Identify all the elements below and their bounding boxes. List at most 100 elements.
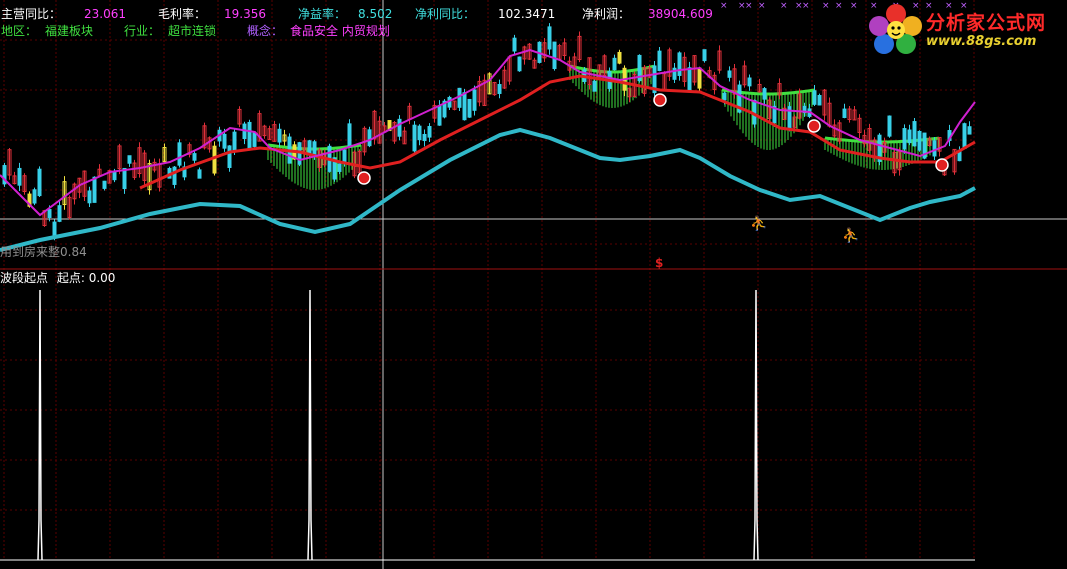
candle-body (517, 56, 522, 72)
sub-panel-indicator-value: 0.00 (88, 271, 116, 285)
x-marker: × (780, 1, 788, 11)
candle-body (967, 126, 972, 135)
signal-ball (653, 93, 667, 107)
candle-body (917, 130, 922, 151)
candle-body (457, 87, 462, 108)
candle-body (232, 131, 237, 153)
candle-body (177, 142, 182, 166)
label-region: 地区： (1, 24, 38, 38)
label-revenue-yoy: 主营同比： (1, 7, 62, 21)
candle-body (227, 145, 232, 168)
candle-body (547, 26, 552, 50)
candle-body (17, 167, 22, 186)
candle-body (677, 52, 682, 76)
label-concept: 概念： (247, 24, 284, 38)
logo-title: 分析家公式网 (926, 12, 1047, 34)
candle-body (722, 92, 727, 101)
label-net-ratio: 净益率： (298, 7, 347, 21)
value-gross-margin: 19.356 (224, 7, 266, 21)
candle-body (427, 126, 432, 138)
site-logo[interactable]: 分析家公式网 www.88gs.com (868, 2, 1063, 54)
x-marker: × (835, 1, 843, 11)
candle-body (657, 50, 662, 72)
candle-body (817, 94, 822, 106)
candle-body (422, 133, 427, 142)
runner-icon: ⛹ (842, 226, 859, 244)
signal-ball (935, 158, 949, 172)
candle-body (497, 84, 502, 94)
candle-body (127, 155, 132, 164)
x-marker: × (802, 1, 810, 11)
candle-body (702, 49, 707, 62)
value-net-profit-yoy: 102.3471 (498, 7, 556, 21)
stock-chart[interactable]: ⛹⛹ ×××××××××××××××× (0, 0, 1067, 569)
label-net-profit-yoy: 净利同比： (415, 7, 476, 21)
candle-body (87, 190, 92, 204)
dollar-marker: $ (655, 256, 664, 270)
flower-icon (869, 4, 922, 54)
candle-body (252, 132, 257, 147)
candle-body (912, 121, 917, 147)
candle-body (277, 128, 282, 143)
candle-body (842, 108, 847, 118)
candle-body (397, 118, 402, 137)
candle-body (32, 189, 37, 204)
x-marker: × (720, 1, 728, 11)
logo-url: www.88gs.com (926, 34, 1037, 49)
candle-body (902, 128, 907, 150)
value-revenue-yoy: 23.061 (84, 7, 126, 21)
candle-body (762, 88, 767, 100)
candle-body (307, 140, 312, 156)
label-gross-margin: 毛利率： (158, 7, 207, 21)
x-marker: × (745, 1, 753, 11)
candle-body (347, 123, 352, 148)
candle-body (92, 176, 97, 203)
signal-ball (807, 119, 821, 133)
candle-body (467, 98, 472, 118)
wave-start-spike (307, 289, 313, 561)
candle-body (592, 80, 597, 92)
candle-body (37, 168, 42, 197)
value-net-ratio: 8.502 (358, 7, 393, 21)
candle-body (197, 169, 202, 179)
candle-body (367, 129, 372, 147)
candle-body (887, 115, 892, 137)
candle-body (57, 205, 62, 222)
candlesticks (2, 23, 972, 241)
candle-body (172, 166, 177, 185)
candle-body (747, 77, 752, 87)
candle-body (727, 70, 732, 78)
signal-ball (357, 171, 371, 185)
value-region: 福建板块 (45, 24, 94, 38)
candle-body (222, 133, 227, 149)
label-net-profit: 净利润： (582, 7, 631, 21)
candle-body (192, 153, 197, 161)
label-industry: 行业： (124, 24, 161, 38)
candle-body (962, 123, 967, 149)
candle-body (812, 90, 817, 105)
candle-body (687, 67, 692, 92)
candle-body (212, 145, 217, 174)
sub-panel-name: 波段起点 (0, 271, 49, 285)
candle-body (697, 67, 702, 89)
candle-body (472, 89, 477, 111)
sub-panel-indicator-label: 起点: (56, 271, 89, 285)
candle-body (437, 105, 442, 126)
candle-body (47, 209, 52, 219)
x-marker: × (850, 1, 858, 11)
candle-body (102, 180, 107, 189)
candle-body (907, 129, 912, 144)
candle-body (462, 92, 467, 121)
candle-body (52, 221, 57, 236)
value-net-profit: 38904.609 (648, 7, 713, 21)
wave-start-spike (753, 289, 759, 561)
candle-body (247, 121, 252, 150)
x-marker: × (758, 1, 766, 11)
candle-body (312, 141, 317, 156)
candle-body (612, 57, 617, 71)
mid-ma-line (139, 74, 976, 190)
candle-body (112, 171, 117, 181)
candle-body (337, 163, 342, 172)
sub-panel-title: 波段起点 起点: 0.00 (0, 271, 115, 285)
candle-body (552, 41, 557, 70)
